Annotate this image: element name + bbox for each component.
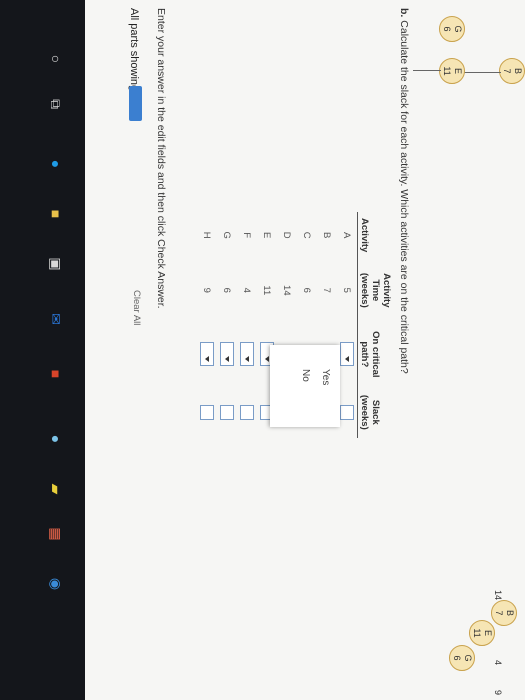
table-row: A 5	[337, 212, 358, 438]
graph-edge	[413, 70, 441, 71]
slack-input[interactable]	[220, 404, 234, 420]
activity-cell: H	[201, 231, 213, 239]
store-icon[interactable]: ▣	[47, 255, 65, 273]
file-explorer-icon[interactable]: ■	[47, 205, 65, 223]
node-value: 11	[442, 66, 452, 76]
time-cell: 11	[261, 285, 273, 296]
table-header-row: Activity Activity Time (weeks) On critic…	[357, 212, 393, 439]
time-cell: 6	[221, 287, 233, 293]
node-letter: E	[453, 67, 463, 74]
node-value: 6	[442, 26, 452, 32]
activity-cell: A	[341, 231, 353, 239]
instructions-text: Enter your answer in the edit fields and…	[155, 8, 167, 309]
clear-all-button[interactable]: Clear All	[131, 290, 142, 325]
node-letter: G	[453, 25, 463, 33]
graph-edge	[463, 72, 501, 73]
time-cell: 4	[241, 287, 253, 293]
question-label: b.	[398, 8, 410, 18]
screen: B 7 E 11 G 6 b. Calculate the slack for …	[0, 0, 525, 700]
windows-taskbar: ○ ⧉ ● ■ ▣ ✉ ■ ● ▰ ▦ ◉	[0, 0, 85, 700]
time-cell: 9	[201, 287, 213, 293]
header-activity: Activity	[357, 212, 393, 259]
graph-node-e: E 11	[439, 58, 465, 84]
question-text: b. Calculate the slack for each activity…	[398, 8, 410, 374]
graph-number: 14	[493, 590, 503, 601]
critical-path-cell	[337, 322, 358, 386]
critical-path-dropdown-menu: Yes No	[270, 345, 340, 427]
activity-cell: E	[261, 231, 273, 239]
node-letter: B	[505, 609, 515, 616]
critical-path-dropdown[interactable]	[240, 342, 254, 367]
graph-number: 9	[493, 690, 503, 696]
time-cell: 7	[321, 287, 333, 293]
slack-input[interactable]	[240, 404, 254, 420]
edge-icon[interactable]: ●	[47, 155, 65, 173]
critical-path-dropdown[interactable]	[200, 342, 214, 367]
dropdown-option-no[interactable]: No	[300, 345, 320, 427]
parts-showing-label: All parts showing	[128, 8, 140, 92]
slack-cell	[237, 386, 257, 438]
paint-icon[interactable]: ●	[47, 430, 65, 448]
parts-progress-bar	[129, 86, 142, 121]
graph-node-g: G 6	[449, 645, 475, 671]
chrome-icon[interactable]: ◉	[47, 575, 65, 593]
header-slack: Slack (weeks)	[357, 386, 393, 439]
rotated-photo-content: B 7 E 11 G 6 b. Calculate the slack for …	[0, 0, 525, 700]
mail-icon[interactable]: ✉	[47, 310, 65, 328]
table-row: H 9	[197, 212, 217, 438]
activity-cell: F	[241, 232, 253, 239]
critical-path-dropdown[interactable]	[220, 342, 234, 367]
activity-cell: C	[301, 231, 313, 239]
graph-node-e: E 11	[469, 620, 495, 646]
critical-path-cell	[197, 322, 217, 386]
node-letter: G	[463, 654, 473, 662]
node-value: 11	[472, 628, 482, 638]
time-cell: 5	[341, 287, 353, 293]
activity-cell: D	[281, 231, 293, 239]
node-letter: E	[483, 629, 493, 636]
graph-node-g: G 6	[439, 16, 465, 42]
graph-node-b: B 7	[491, 600, 517, 626]
header-critical-path: On critical path?	[357, 322, 393, 387]
time-cell: 6	[301, 287, 313, 293]
node-value: 7	[494, 610, 504, 616]
node-letter: B	[513, 67, 523, 74]
critical-path-cell	[237, 322, 257, 386]
graph-number: 4	[493, 660, 503, 666]
critical-path-cell	[217, 322, 237, 386]
sticky-icon[interactable]: ▰	[47, 480, 65, 498]
slack-cell	[197, 386, 217, 438]
time-cell: 14	[281, 285, 293, 296]
node-value: 6	[452, 655, 462, 661]
slack-cell	[217, 386, 237, 438]
question-body: Calculate the slack for each activity. W…	[398, 20, 410, 374]
search-circle-icon[interactable]: ○	[47, 50, 65, 68]
node-value: 7	[502, 68, 512, 74]
activity-cell: G	[221, 231, 233, 239]
graph-node-b: B 7	[499, 58, 525, 84]
slack-input[interactable]	[200, 404, 214, 420]
office-icon[interactable]: ■	[47, 365, 65, 383]
dropdown-option-yes[interactable]: Yes	[320, 345, 340, 427]
slack-cell	[337, 386, 358, 438]
header-activity-time: Activity Time (weeks)	[357, 258, 393, 323]
slack-input[interactable]	[340, 404, 354, 420]
calendar-icon[interactable]: ▦	[47, 525, 65, 543]
table-row: F 4	[237, 212, 257, 438]
critical-path-dropdown[interactable]	[340, 342, 354, 367]
task-view-icon[interactable]: ⧉	[47, 95, 65, 113]
table-row: G 6	[217, 212, 237, 438]
activity-cell: B	[321, 231, 333, 239]
browser-content: B 7 E 11 G 6 b. Calculate the slack for …	[85, 0, 525, 700]
